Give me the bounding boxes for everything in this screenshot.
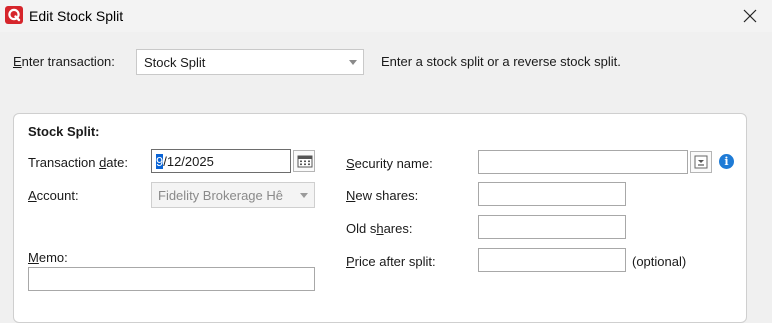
price-after-split-input[interactable] bbox=[478, 248, 626, 272]
transaction-date-input[interactable]: 9/12/2025 bbox=[151, 149, 291, 173]
list-picker-icon bbox=[694, 155, 708, 169]
security-name-input[interactable] bbox=[478, 150, 688, 174]
date-rest-text: /12/2025 bbox=[163, 154, 214, 169]
calendar-icon bbox=[297, 155, 313, 168]
app-logo-icon bbox=[5, 6, 23, 24]
transaction-type-value: Stock Split bbox=[144, 55, 206, 70]
chevron-down-icon bbox=[300, 193, 308, 198]
old-shares-input[interactable] bbox=[478, 215, 626, 239]
new-shares-input[interactable] bbox=[478, 182, 626, 206]
memo-label: Memo: bbox=[28, 250, 68, 265]
calendar-button[interactable] bbox=[293, 150, 315, 172]
stock-split-panel bbox=[13, 113, 747, 323]
close-button[interactable] bbox=[728, 0, 772, 32]
close-icon bbox=[743, 9, 757, 23]
optional-note: (optional) bbox=[632, 254, 687, 269]
account-value: Fidelity Brokerage Hê bbox=[158, 188, 283, 203]
window-title: Edit Stock Split bbox=[29, 8, 124, 24]
price-after-split-label: Price after split: bbox=[346, 254, 436, 269]
title-bar: Edit Stock Split bbox=[0, 0, 772, 32]
transaction-date-label: Transaction date: bbox=[28, 155, 128, 170]
enter-transaction-label: Enter transaction: bbox=[13, 54, 115, 69]
transaction-type-select[interactable]: Stock Split bbox=[136, 49, 364, 75]
chevron-down-icon bbox=[349, 60, 357, 65]
memo-input[interactable] bbox=[28, 267, 315, 291]
account-select: Fidelity Brokerage Hê bbox=[151, 182, 315, 208]
info-icon[interactable]: i bbox=[719, 154, 734, 169]
security-list-button[interactable] bbox=[690, 151, 712, 173]
security-name-label: Security name: bbox=[346, 156, 433, 171]
section-title: Stock Split: bbox=[28, 124, 100, 139]
old-shares-label: Old shares: bbox=[346, 221, 413, 236]
account-label: Account: bbox=[28, 188, 79, 203]
transaction-description: Enter a stock split or a reverse stock s… bbox=[381, 54, 621, 69]
new-shares-label: New shares: bbox=[346, 188, 419, 203]
enter-transaction-label-rest: nter transaction: bbox=[21, 54, 115, 69]
